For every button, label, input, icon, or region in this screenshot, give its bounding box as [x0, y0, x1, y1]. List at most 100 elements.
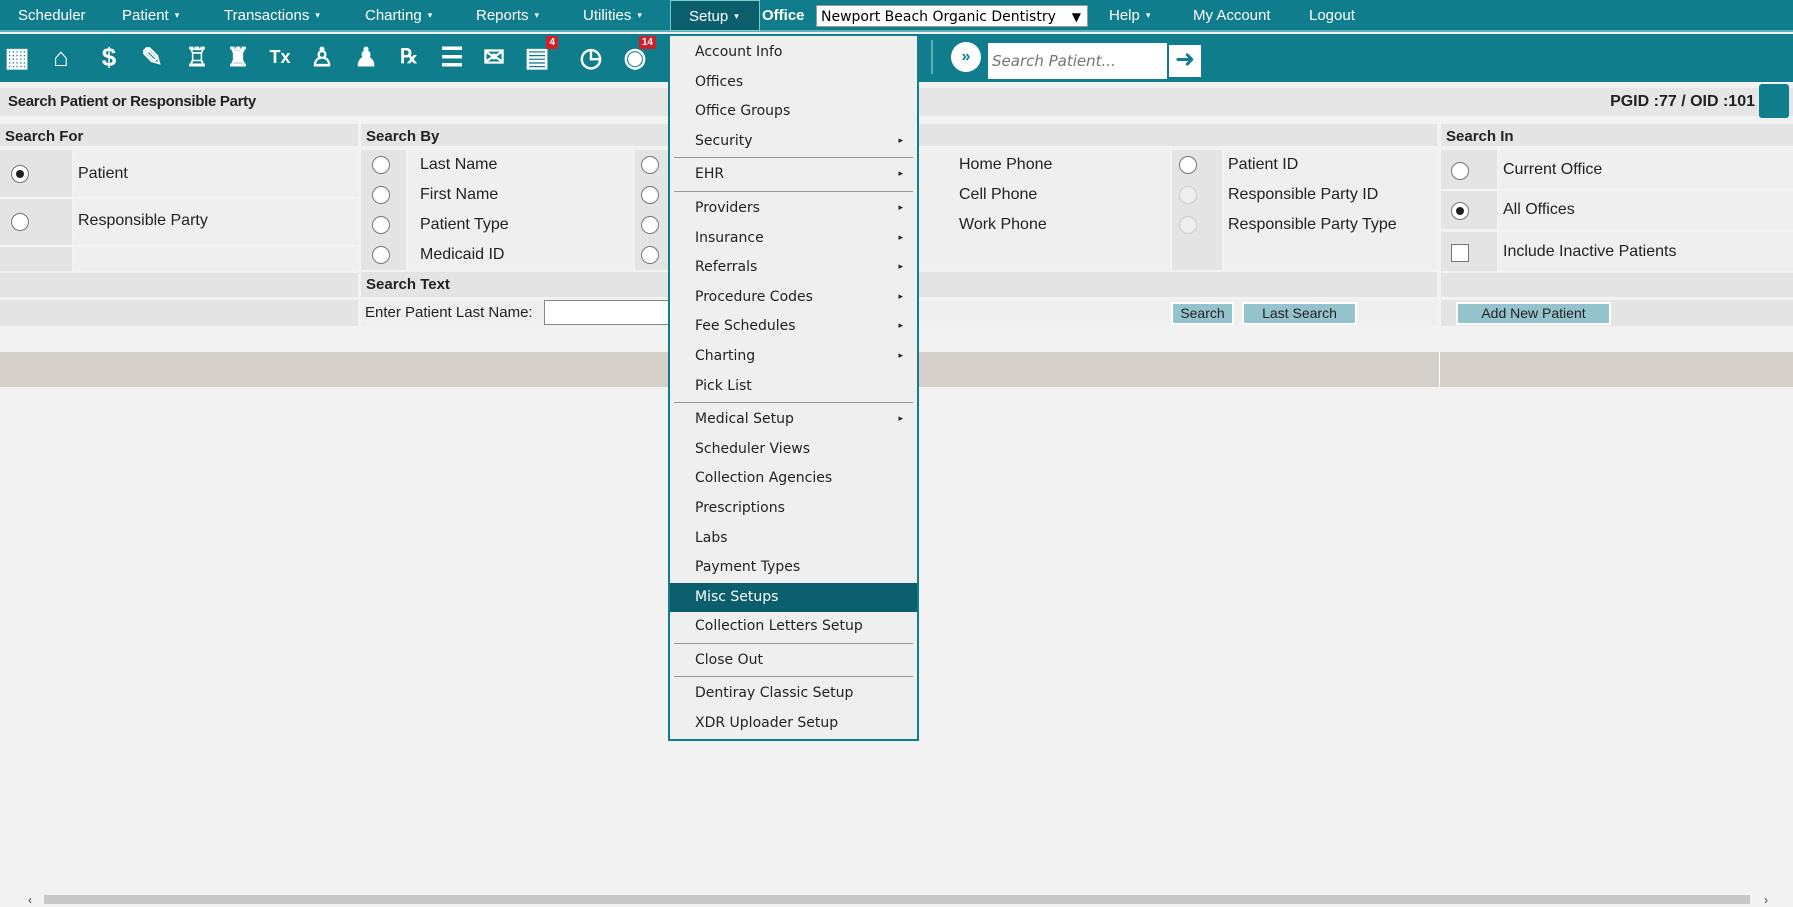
radio-responsible-party-type[interactable]: [1179, 216, 1197, 234]
nav-reports[interactable]: Reports ▾: [476, 0, 539, 31]
scroll-right-icon[interactable]: ›: [1764, 893, 1768, 907]
office-value: Newport Beach Organic Dentistry: [821, 9, 1056, 25]
treatment-icon[interactable]: Tx: [263, 40, 297, 74]
menu-item-security[interactable]: Security ▸: [670, 127, 917, 157]
last-name-input[interactable]: [544, 300, 674, 325]
submenu-arrow-icon: ▸: [898, 169, 903, 180]
menu-item-collection-agencies[interactable]: Collection Agencies: [670, 464, 917, 494]
menu-label: Prescriptions: [695, 499, 785, 516]
caret-down-icon: ▾: [315, 10, 320, 20]
menu-separator: [674, 642, 913, 645]
calendar-icon[interactable]: ▦: [0, 40, 34, 74]
menu-item-prescriptions[interactable]: Prescriptions: [670, 494, 917, 524]
radio-patient-type[interactable]: [372, 216, 390, 234]
radio-col2-3[interactable]: [641, 216, 659, 234]
mail-icon[interactable]: ✉: [477, 40, 511, 74]
clock-icon[interactable]: ◷: [574, 40, 608, 74]
radio-last-name[interactable]: [372, 156, 390, 174]
radio-patient[interactable]: [11, 165, 29, 183]
radio-responsible-party[interactable]: [11, 213, 29, 231]
notepad-icon[interactable]: ☰: [435, 40, 469, 74]
radio-col2-4[interactable]: [641, 246, 659, 264]
menu-item-xdr-uploader-setup[interactable]: XDR Uploader Setup: [670, 709, 917, 739]
menu-item-referrals[interactable]: Referrals ▸: [670, 253, 917, 283]
scroll-left-icon[interactable]: ‹: [28, 893, 32, 907]
setup-menu: Account Info Offices Office Groups Secur…: [668, 34, 919, 741]
add-family-icon[interactable]: ♟: [349, 40, 383, 74]
label-cell-phone: Cell Phone: [959, 186, 1038, 203]
nav-scheduler[interactable]: Scheduler: [18, 0, 86, 31]
menu-item-misc-setups[interactable]: Misc Setups: [670, 582, 917, 613]
expand-chevron-icon[interactable]: »: [951, 42, 981, 72]
menu-item-office-groups[interactable]: Office Groups: [670, 97, 917, 127]
menu-label: Procedure Codes: [695, 288, 813, 305]
radio-all-offices[interactable]: [1451, 202, 1469, 220]
menu-item-account-info[interactable]: Account Info: [670, 38, 917, 68]
menu-item-providers[interactable]: Providers ▸: [670, 194, 917, 224]
label-medicaid-id: Medicaid ID: [420, 246, 505, 263]
patient-search-input[interactable]: [988, 43, 1167, 79]
include-inactive-checkbox[interactable]: [1451, 244, 1469, 262]
search-go-arrow-icon[interactable]: ➜: [1167, 43, 1203, 79]
horizontal-scrollbar[interactable]: [44, 895, 1750, 904]
menu-label: Account Info: [695, 44, 783, 60]
crown-icon[interactable]: ♜: [221, 40, 255, 74]
label-responsible-party-type: Responsible Party Type: [1228, 216, 1397, 233]
menu-item-collection-letters-setup[interactable]: Collection Letters Setup: [670, 612, 917, 642]
label-current-office: Current Office: [1503, 161, 1603, 178]
menu-item-charting[interactable]: Charting ▸: [670, 342, 917, 372]
radio-current-office[interactable]: [1451, 162, 1469, 180]
notes-icon[interactable]: ✎: [135, 40, 169, 74]
menu-separator: [674, 157, 913, 159]
search-button[interactable]: Search: [1171, 302, 1234, 325]
contacts-icon[interactable]: ◉ 14: [618, 36, 656, 74]
label-work-phone: Work Phone: [959, 216, 1047, 233]
menu-item-procedure-codes[interactable]: Procedure Codes ▸: [670, 283, 917, 313]
nav-logout[interactable]: Logout: [1309, 0, 1355, 31]
toolbar-divider: [931, 40, 933, 74]
nav-label: Transactions: [224, 7, 310, 24]
menu-item-pick-list[interactable]: Pick List: [670, 372, 917, 402]
menu-item-insurance[interactable]: Insurance ▸: [670, 224, 917, 254]
nav-charting[interactable]: Charting ▾: [365, 0, 432, 31]
nav-setup[interactable]: Setup ▾: [670, 0, 760, 31]
menu-item-ehr[interactable]: EHR ▸: [670, 160, 917, 190]
nav-patient[interactable]: Patient ▾: [122, 0, 179, 31]
menu-item-close-out[interactable]: Close Out: [670, 646, 917, 676]
nav-transactions[interactable]: Transactions ▾: [224, 0, 320, 31]
caret-down-icon: ▾: [637, 10, 642, 20]
office-select[interactable]: Newport Beach Organic Dentistry ▼: [816, 5, 1088, 27]
add-patient-icon[interactable]: ♙: [305, 40, 339, 74]
last-search-button[interactable]: Last Search: [1242, 302, 1357, 325]
billing-icon[interactable]: $: [92, 40, 126, 74]
prescription-icon[interactable]: ℞: [392, 40, 426, 74]
top-nav: Scheduler Patient ▾ Transactions ▾ Chartin…: [0, 0, 1793, 32]
menu-item-medical-setup[interactable]: Medical Setup ▸: [670, 405, 917, 435]
nav-help[interactable]: Help ▾: [1109, 0, 1150, 31]
radio-col2-2[interactable]: [641, 186, 659, 204]
messages-icon[interactable]: ▤ 4: [520, 36, 558, 74]
radio-col2-1[interactable]: [641, 156, 659, 174]
tooth-icon[interactable]: ♖: [180, 40, 214, 74]
caret-down-icon: ▾: [734, 11, 739, 21]
radio-medicaid-id[interactable]: [372, 246, 390, 264]
nav-my-account[interactable]: My Account: [1193, 0, 1271, 31]
menu-label: Referrals: [695, 259, 758, 276]
radio-responsible-party-id[interactable]: [1179, 186, 1197, 204]
radio-patient-id[interactable]: [1179, 156, 1197, 174]
home-icon[interactable]: ⌂: [44, 40, 78, 74]
nav-label: My Account: [1193, 7, 1271, 24]
menu-item-dentiray-classic-setup[interactable]: Dentiray Classic Setup: [670, 679, 917, 709]
nav-label: Help: [1109, 7, 1140, 24]
menu-item-scheduler-views[interactable]: Scheduler Views: [670, 435, 917, 465]
menu-item-payment-types[interactable]: Payment Types: [670, 553, 917, 583]
pgid-oid: PGID :77 / OID :101: [1610, 93, 1755, 110]
menu-item-fee-schedules[interactable]: Fee Schedules ▸: [670, 312, 917, 342]
menu-item-offices[interactable]: Offices: [670, 68, 917, 98]
print-icon[interactable]: [1759, 84, 1789, 118]
menu-item-labs[interactable]: Labs: [670, 524, 917, 554]
radio-first-name[interactable]: [372, 186, 390, 204]
add-new-patient-button[interactable]: Add New Patient: [1456, 302, 1611, 325]
label-responsible-party: Responsible Party: [78, 212, 208, 229]
nav-utilities[interactable]: Utilities ▾: [583, 0, 642, 31]
